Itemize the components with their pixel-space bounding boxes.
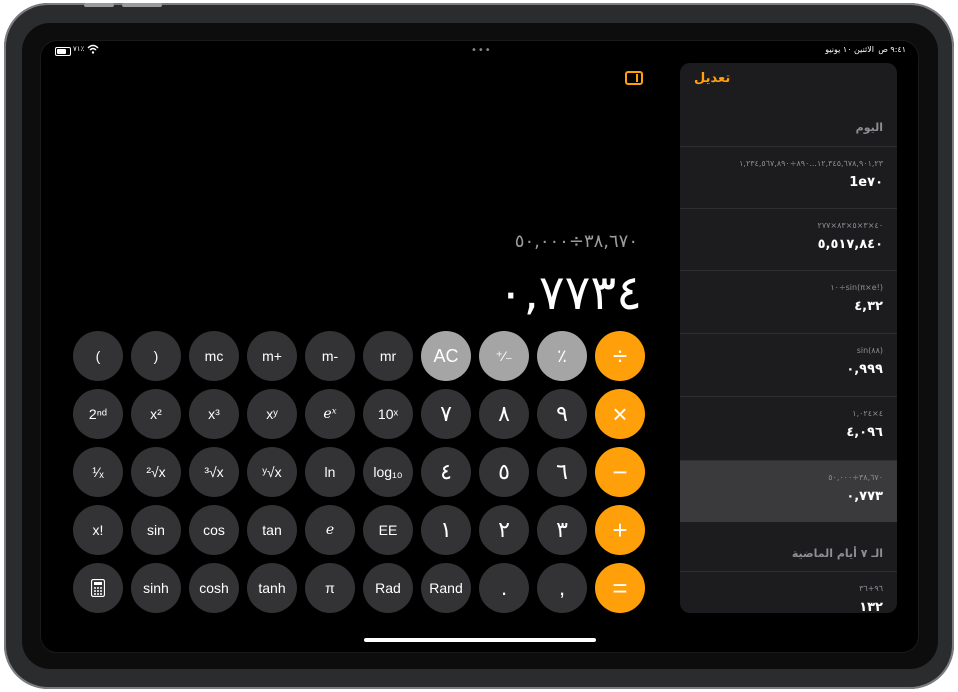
history-item[interactable]: ٩٦+٣٦ ١٣٢ bbox=[680, 571, 897, 613]
x-power-y-key[interactable]: xʸ bbox=[247, 389, 297, 439]
calculator-mode-key[interactable] bbox=[73, 563, 123, 613]
x-cubed-key[interactable]: x³ bbox=[189, 389, 239, 439]
percent-key[interactable]: ٪ bbox=[537, 331, 587, 381]
expression-display: ٣٨,٦٧٠÷٥٠,٠٠٠ bbox=[514, 231, 638, 252]
top-button bbox=[122, 3, 162, 7]
result-display: ٠,٧٧٣٤ bbox=[497, 265, 642, 321]
cos-key[interactable]: cos bbox=[189, 505, 239, 555]
history-result: ٥,٥١٧,٨٤٠ bbox=[817, 237, 883, 252]
history-expression: ٣٨,٦٧٠÷٥٠,٠٠٠ bbox=[828, 473, 883, 482]
history-result: ١٣٢ bbox=[859, 600, 883, 613]
square-root-key[interactable]: ²√x bbox=[131, 447, 181, 497]
pi-key[interactable]: π bbox=[305, 563, 355, 613]
digit-seven-key[interactable]: ٧ bbox=[421, 389, 471, 439]
history-result: ٠,٩٩٩ bbox=[846, 362, 883, 377]
history-result: ٠,٧٧٣ bbox=[846, 489, 883, 504]
ee-key[interactable]: EE bbox=[363, 505, 413, 555]
log10-key[interactable]: log₁₀ bbox=[363, 447, 413, 497]
cosh-key[interactable]: cosh bbox=[189, 563, 239, 613]
digit-six-key[interactable]: ٦ bbox=[537, 447, 587, 497]
digit-five-key[interactable]: ٥ bbox=[479, 447, 529, 497]
calculator-icon bbox=[91, 579, 105, 597]
digit-eight-key[interactable]: ٨ bbox=[479, 389, 529, 439]
plus-key[interactable]: + bbox=[595, 505, 645, 555]
history-panel: تعديل اليوم ١٢,٣٤٥,٦٧٨,٩٠١,٢٣...٨٩٠÷١,٢٣… bbox=[680, 63, 897, 613]
battery-icon bbox=[55, 47, 71, 56]
history-item-selected[interactable]: ٣٨,٦٧٠÷٥٠,٠٠٠ ٠,٧٧٣ bbox=[680, 460, 897, 522]
history-expression: sin(٨٨) bbox=[856, 346, 883, 355]
history-result: ٤,٠٩٦ bbox=[846, 425, 883, 440]
digit-two-key[interactable]: ٢ bbox=[479, 505, 529, 555]
multiply-key[interactable]: × bbox=[595, 389, 645, 439]
open-paren-key[interactable]: ( bbox=[73, 331, 123, 381]
history-item[interactable]: ٤×١,٠٢٤ ٤,٠٩٦ bbox=[680, 396, 897, 458]
history-result: 1e٧٠ bbox=[849, 175, 883, 190]
volume-button bbox=[84, 3, 114, 7]
e-power-x-key[interactable]: eˣ bbox=[305, 389, 355, 439]
y-root-key[interactable]: ʸ√x bbox=[247, 447, 297, 497]
sin-key[interactable]: sin bbox=[131, 505, 181, 555]
rad-key[interactable]: Rad bbox=[363, 563, 413, 613]
reciprocal-key[interactable]: ¹⁄ₓ bbox=[73, 447, 123, 497]
digit-one-key[interactable]: ١ bbox=[421, 505, 471, 555]
history-result: ٤,٣٢ bbox=[854, 299, 883, 314]
wifi-icon bbox=[87, 44, 99, 54]
tanh-key[interactable]: tanh bbox=[247, 563, 297, 613]
history-expression: ١٢,٣٤٥,٦٧٨,٩٠١,٢٣...٨٩٠÷١,٢٣٤,٥٦٧,٨٩٠ bbox=[739, 159, 883, 168]
ten-power-x-key[interactable]: 10ˣ bbox=[363, 389, 413, 439]
divide-key[interactable]: ÷ bbox=[595, 331, 645, 381]
rand-key[interactable]: Rand bbox=[421, 563, 471, 613]
second-function-key[interactable]: 2ⁿᵈ bbox=[73, 389, 123, 439]
plus-minus-key[interactable]: ⁺⁄₋ bbox=[479, 331, 529, 381]
tan-key[interactable]: tan bbox=[247, 505, 297, 555]
history-expression: ٩٦+٣٦ bbox=[859, 584, 883, 593]
cube-root-key[interactable]: ³√x bbox=[189, 447, 239, 497]
history-expression: ٤٠×٣×٥×٨٣×٢٧٧ bbox=[817, 221, 883, 230]
digit-nine-key[interactable]: ٩ bbox=[537, 389, 587, 439]
sinh-key[interactable]: sinh bbox=[131, 563, 181, 613]
factorial-key[interactable]: x! bbox=[73, 505, 123, 555]
history-item[interactable]: ٤٠×٣×٥×٨٣×٢٧٧ ٥,٥١٧,٨٤٠ bbox=[680, 208, 897, 270]
status-date: الاثنين ١٠ يونيو bbox=[825, 45, 874, 54]
home-indicator[interactable] bbox=[364, 638, 596, 642]
memory-recall-key[interactable]: mr bbox=[363, 331, 413, 381]
calculator-screen: ٧١٪ ••• الاثنين ١٠ يونيو ٩:٤١ ص ٣٨,٦٧٠÷٥… bbox=[41, 41, 918, 652]
multitasking-dots[interactable]: ••• bbox=[471, 45, 492, 56]
section-past-week: الـ ٧ أيام الماضية bbox=[791, 547, 883, 560]
section-today: اليوم bbox=[855, 121, 883, 134]
equals-key[interactable]: = bbox=[595, 563, 645, 613]
history-item[interactable]: ١٠÷sin(π×e!) ٤,٣٢ bbox=[680, 270, 897, 332]
memory-add-key[interactable]: m+ bbox=[247, 331, 297, 381]
all-clear-key[interactable]: AC bbox=[421, 331, 471, 381]
history-item[interactable]: sin(٨٨) ٠,٩٩٩ bbox=[680, 333, 897, 395]
decimal-key[interactable]: . bbox=[479, 563, 529, 613]
memory-clear-key[interactable]: mc bbox=[189, 331, 239, 381]
edit-button[interactable]: تعديل bbox=[694, 71, 730, 86]
minus-key[interactable]: − bbox=[595, 447, 645, 497]
euler-e-key[interactable]: e bbox=[305, 505, 355, 555]
thousands-separator-key[interactable]: , bbox=[537, 563, 587, 613]
memory-subtract-key[interactable]: m- bbox=[305, 331, 355, 381]
history-expression: ٤×١,٠٢٤ bbox=[852, 409, 883, 418]
history-item[interactable]: ١٢,٣٤٥,٦٧٨,٩٠١,٢٣...٨٩٠÷١,٢٣٤,٥٦٧,٨٩٠ 1e… bbox=[680, 146, 897, 208]
natural-log-key[interactable]: ln bbox=[305, 447, 355, 497]
close-paren-key[interactable]: ) bbox=[131, 331, 181, 381]
history-expression: ١٠÷sin(π×e!) bbox=[830, 283, 883, 292]
x-squared-key[interactable]: x² bbox=[131, 389, 181, 439]
digit-four-key[interactable]: ٤ bbox=[421, 447, 471, 497]
battery-percentage: ٧١٪ bbox=[73, 45, 85, 53]
status-time: ٩:٤١ ص bbox=[878, 45, 906, 54]
digit-three-key[interactable]: ٣ bbox=[537, 505, 587, 555]
sidebar-toggle-icon[interactable] bbox=[625, 71, 643, 85]
